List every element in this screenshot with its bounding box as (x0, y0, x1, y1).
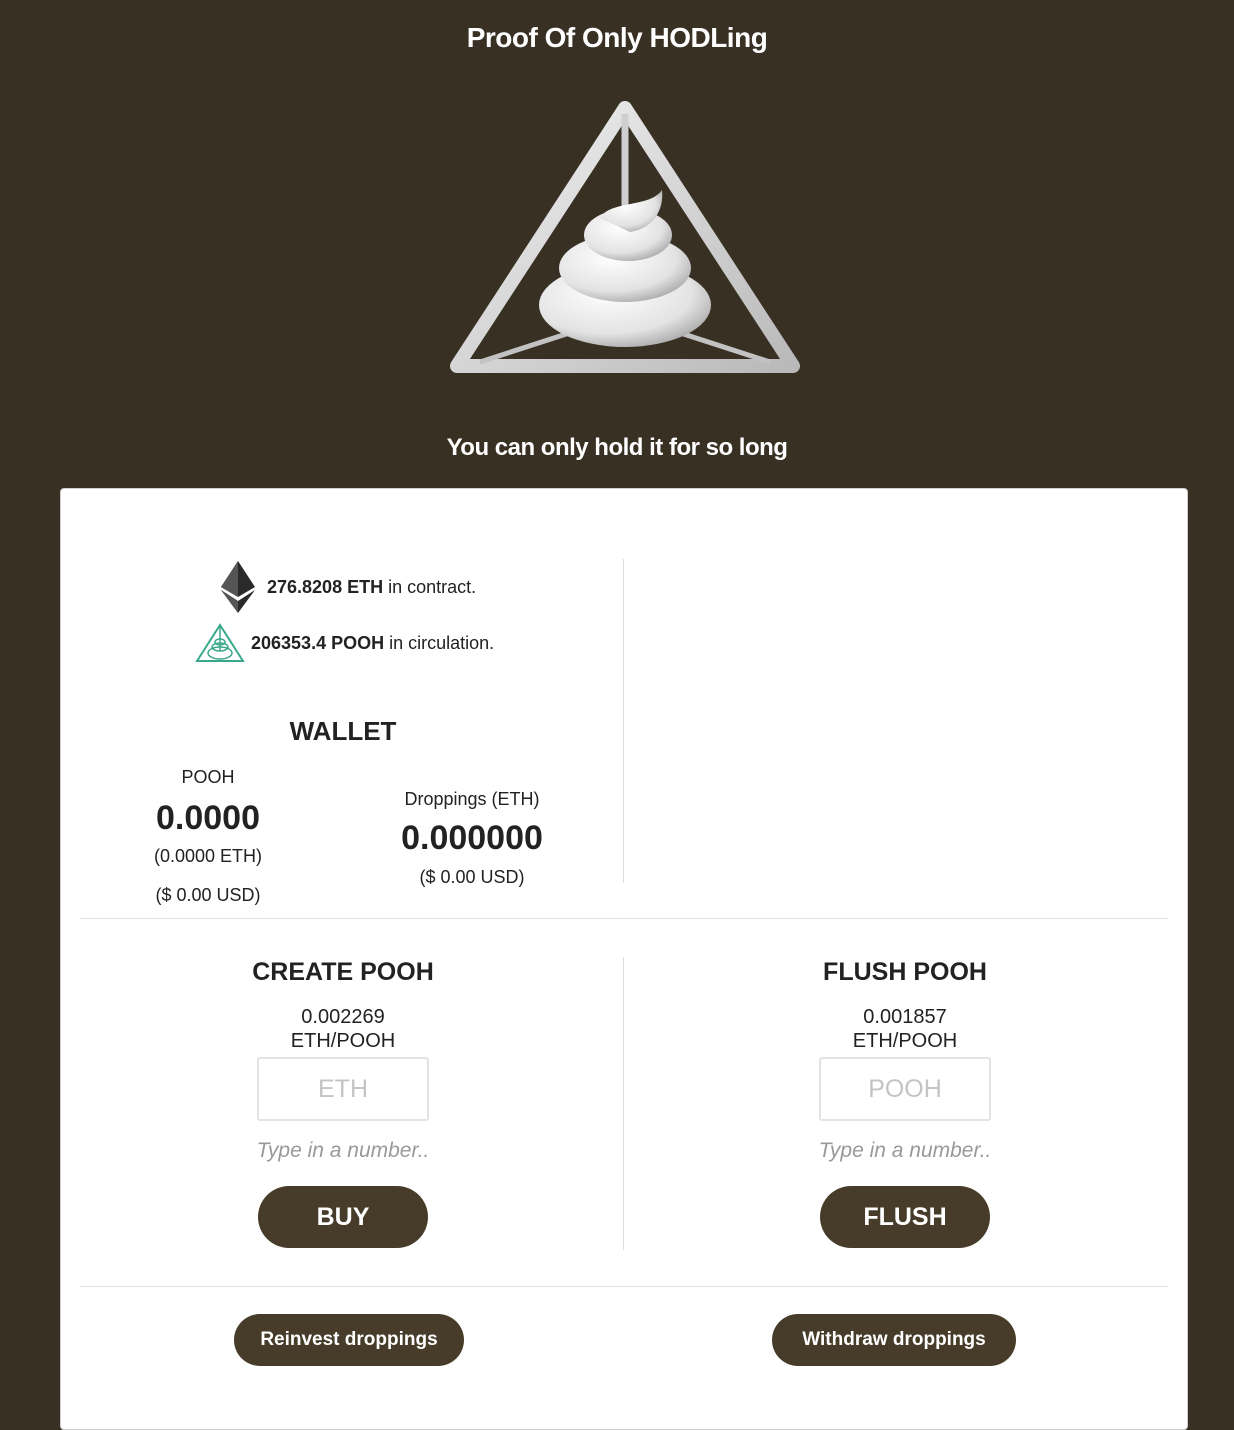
reinvest-droppings-button[interactable]: Reinvest droppings (234, 1314, 464, 1366)
tagline: You can only hold it for so long (446, 434, 788, 461)
eth-contract-value: 276.8208 ETH (267, 576, 384, 597)
flush-rate-value: 0.001857 (863, 1006, 947, 1028)
eth-amount-input[interactable] (257, 1057, 429, 1121)
middle-section-divider (623, 957, 624, 1250)
poo-pyramid-logo (450, 101, 800, 373)
actions-top-divider (80, 1286, 1168, 1287)
eth-contract-stat: 276.8208 ETH in contract. (221, 561, 476, 613)
poo-icon (539, 190, 711, 347)
withdraw-droppings-button[interactable]: Withdraw droppings (772, 1314, 1016, 1366)
create-input-hint: Type in a number.. (256, 1139, 430, 1162)
wallet-pooh-usd: ($ 0.00 USD) (155, 885, 261, 905)
top-section-divider (623, 559, 624, 883)
dashboard-panel: 276.8208 ETH in contract. 206353.4 POOH … (60, 488, 1188, 1430)
wallet-pooh-label: POOH (181, 767, 235, 787)
ethereum-icon (221, 561, 255, 613)
create-pooh-title: CREATE POOH (252, 958, 434, 986)
pooh-circulation-stat: 206353.4 POOH in circulation. (195, 623, 494, 663)
wallet-title: WALLET (289, 716, 397, 746)
wallet-droppings-usd: ($ 0.00 USD) (419, 867, 525, 887)
wallet-bottom-divider (80, 918, 1168, 919)
flush-pooh-title: FLUSH POOH (823, 958, 987, 986)
buy-button[interactable]: BUY (258, 1186, 428, 1248)
pooh-token-icon (195, 623, 245, 662)
create-rate-unit: ETH/POOH (290, 1030, 396, 1052)
wallet-droppings-amount: 0.000000 (401, 819, 543, 857)
flush-button[interactable]: FLUSH (820, 1186, 990, 1248)
wallet-pooh-eth: (0.0000 ETH) (153, 846, 263, 866)
flush-input-hint: Type in a number.. (818, 1139, 992, 1162)
flush-rate-unit: ETH/POOH (852, 1030, 958, 1052)
pooh-circulation-suffix: in circulation. (389, 632, 495, 653)
pooh-amount-input[interactable] (819, 1057, 991, 1121)
eth-contract-suffix: in contract. (388, 576, 477, 597)
wallet-droppings-label: Droppings (ETH) (404, 789, 540, 809)
page-title: Proof Of Only HODLing (466, 22, 768, 53)
create-rate-value: 0.002269 (301, 1006, 385, 1028)
wallet-pooh-amount: 0.0000 (156, 799, 260, 837)
pooh-circulation-value: 206353.4 POOH (251, 632, 385, 653)
